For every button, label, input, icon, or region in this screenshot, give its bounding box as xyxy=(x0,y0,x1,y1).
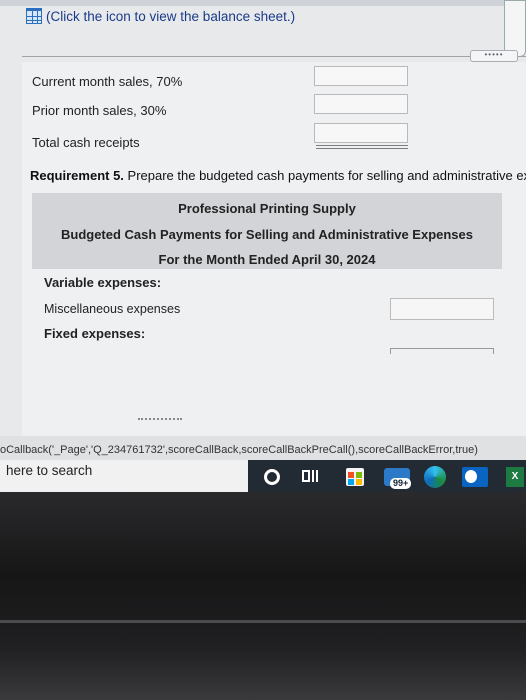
prior-month-sales-input[interactable] xyxy=(314,94,408,114)
fixed-expenses-input[interactable] xyxy=(390,348,494,354)
browser-screen: (Click the icon to view the balance shee… xyxy=(0,0,526,492)
variable-expenses-heading: Variable expenses: xyxy=(44,275,162,290)
current-month-sales-input[interactable] xyxy=(314,66,408,86)
company-name: Professional Printing Supply xyxy=(178,201,356,216)
requirement-prefix: Requirement 5. xyxy=(30,168,124,183)
prior-month-sales-label: Prior month sales, 30% xyxy=(32,103,167,118)
misc-expenses-label: Miscellaneous expenses xyxy=(44,302,181,316)
store-icon[interactable] xyxy=(346,468,364,486)
balance-sheet-grid-icon[interactable] xyxy=(26,8,42,24)
status-bar: oCallback('_Page','Q_234761732',scoreCal… xyxy=(0,436,526,460)
schedule-title: Budgeted Cash Payments for Selling and A… xyxy=(60,227,473,242)
top-strip xyxy=(0,0,526,6)
mail-badge: 99+ xyxy=(390,478,412,489)
misc-expenses-input[interactable] xyxy=(390,298,494,320)
task-view-icon[interactable] xyxy=(302,468,320,486)
monitor-bezel xyxy=(0,492,526,700)
taskbar-search-input[interactable]: here to search xyxy=(0,460,248,492)
balance-sheet-link-text[interactable]: (Click the icon to view the balance shee… xyxy=(46,9,295,24)
excel-icon[interactable]: X xyxy=(506,467,524,487)
expand-dots-button[interactable]: ••••• xyxy=(470,50,518,62)
windows-taskbar: here to search 99+ X xyxy=(0,460,526,492)
total-cash-receipts-label: Total cash receipts xyxy=(32,135,140,150)
total-cash-receipts-input[interactable] xyxy=(314,123,408,143)
scroll-marker xyxy=(138,418,182,424)
corner-widget xyxy=(504,0,526,57)
outlook-icon[interactable] xyxy=(462,467,488,487)
cortana-icon[interactable] xyxy=(264,469,280,485)
total-double-underline xyxy=(316,145,408,149)
requirement-5-text: Requirement 5. Prepare the budgeted cash… xyxy=(30,168,526,183)
desk-edge xyxy=(0,620,526,623)
current-month-sales-label: Current month sales, 70% xyxy=(32,74,183,89)
balance-sheet-link[interactable]: (Click the icon to view the balance shee… xyxy=(26,8,295,24)
section-divider xyxy=(22,56,526,57)
edge-icon[interactable] xyxy=(424,466,446,488)
schedule-period: For the Month Ended April 30, 2024 xyxy=(158,252,376,267)
requirement-body: Prepare the budgeted cash payments for s… xyxy=(123,168,526,183)
fixed-expenses-heading: Fixed expenses: xyxy=(44,326,146,341)
